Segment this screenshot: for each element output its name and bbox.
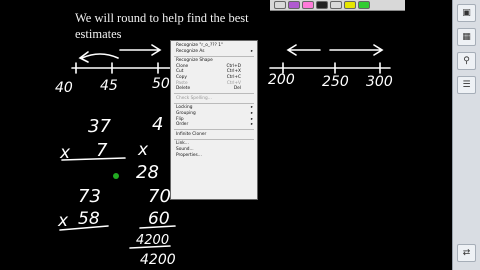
- menu-separator: [174, 102, 254, 104]
- side-panel: ▣ ▦ ⚲ ☰ ⇄: [452, 0, 480, 270]
- menu-item-label: Recognize "r_o_??? 1": [176, 43, 223, 48]
- p2-bottom: 28: [136, 162, 159, 183]
- menu-item-label: Recognize Shape: [176, 58, 213, 64]
- menu-item-infinite-cloner[interactable]: Infinite Cloner: [171, 132, 257, 138]
- p2-top: 4: [152, 114, 163, 135]
- p1-top: 37: [88, 116, 111, 137]
- label-40: 40: [55, 80, 73, 96]
- label-300: 300: [366, 74, 393, 90]
- menu-item-check-spelling: Check Spelling...: [171, 96, 257, 102]
- p3-top: 73: [78, 186, 101, 207]
- attachments-icon[interactable]: ⚲: [457, 52, 476, 70]
- label-200: 200: [268, 72, 295, 88]
- properties-icon[interactable]: ☰: [457, 76, 476, 94]
- menu-separator: [174, 55, 254, 57]
- page-sorter-icon[interactable]: ▣: [457, 4, 476, 22]
- menu-item-label: Check Spelling...: [176, 95, 212, 101]
- green-dot: [113, 173, 119, 179]
- menu-item-label: Order: [176, 122, 189, 128]
- menu-separator: [174, 138, 254, 140]
- menu-item-label: Link...: [176, 141, 189, 147]
- p4-work-2: 4200: [140, 252, 176, 268]
- menu-item-label: Cut: [176, 69, 184, 75]
- gallery-icon[interactable]: ▦: [457, 28, 476, 46]
- menu-item-label: Infinite Cloner: [176, 131, 207, 137]
- menu-item-label: Grouping: [176, 110, 196, 116]
- p4-top: 70: [148, 186, 171, 207]
- arrow-right-bottom: [286, 44, 384, 56]
- p1-bottom: 7: [96, 140, 108, 161]
- menu-item-order[interactable]: Order ▸: [171, 122, 257, 128]
- menu-item-label: Delete: [176, 86, 191, 92]
- label-250: 250: [322, 74, 349, 90]
- menu-separator: [174, 93, 254, 95]
- p4-bottom: 60: [148, 209, 170, 229]
- menu-item-delete[interactable]: Delete Del: [171, 86, 257, 92]
- submenu-arrow-icon: ▸: [250, 122, 253, 128]
- arrow-icon[interactable]: ⇄: [457, 244, 476, 262]
- menu-item-label: Sound...: [176, 146, 194, 152]
- menu-item-label: Locking: [176, 105, 193, 111]
- menu-item-label: Recognize As: [176, 48, 205, 54]
- context-menu: Recognize "r_o_??? 1" Recognize As ▸ Recogn…: [170, 40, 258, 200]
- whiteboard-canvas[interactable]: We will round to help find the best esti…: [0, 0, 452, 270]
- label-50: 50: [152, 76, 170, 92]
- menu-item-label: Flip: [176, 116, 184, 122]
- p4-work-1: 4200: [136, 233, 169, 248]
- menu-item-shortcut: Del: [233, 86, 241, 92]
- underline-p1: [61, 157, 126, 161]
- label-45: 45: [100, 78, 118, 94]
- menu-item-recognize-as[interactable]: Recognize As ▸: [171, 49, 257, 55]
- menu-item-label: Copy: [176, 74, 187, 80]
- menu-item-label: Paste: [176, 80, 188, 86]
- p2-times: x: [137, 140, 149, 160]
- p3-times: x: [57, 211, 69, 231]
- p3-bottom: 58: [78, 209, 100, 229]
- menu-item-properties[interactable]: Properties...: [171, 153, 257, 159]
- submenu-arrow-icon: ▸: [250, 48, 253, 54]
- menu-separator: [174, 129, 254, 131]
- menu-item-label: Properties...: [176, 152, 202, 158]
- arrow-left-top: [81, 44, 162, 59]
- p1-times: x: [59, 143, 71, 163]
